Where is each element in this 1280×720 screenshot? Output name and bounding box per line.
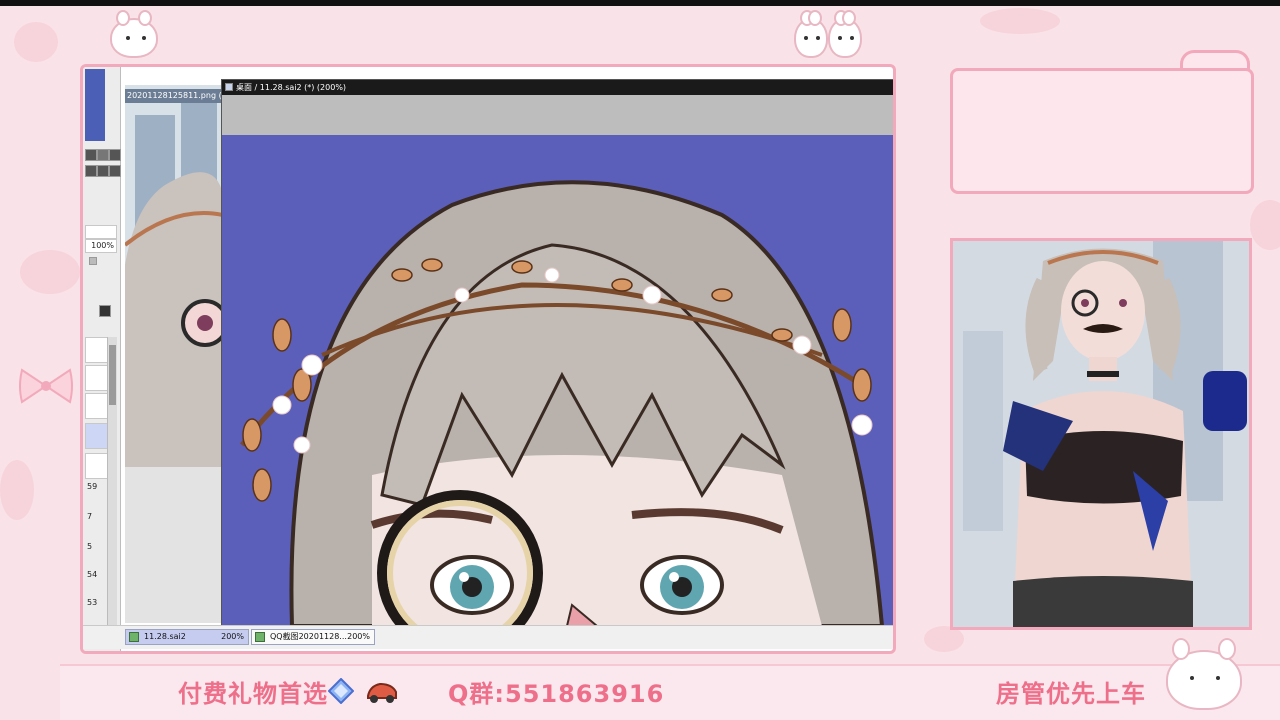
background-document-empty-area: [125, 467, 223, 623]
chat-box: [950, 68, 1254, 194]
add-icon[interactable]: [97, 149, 109, 161]
ribbon-bow-icon: [19, 368, 73, 404]
bg-blob: [0, 460, 34, 520]
avatar-camera-view: [950, 238, 1252, 630]
bunny-mascot-icon: [794, 10, 828, 58]
layer-name-field[interactable]: [85, 225, 117, 239]
bg-blob: [1250, 200, 1280, 250]
bg-blob: [14, 22, 58, 62]
layer-value: 7: [87, 512, 93, 521]
tool-button[interactable]: [97, 165, 109, 177]
scrollbar-thumb[interactable]: [109, 345, 116, 405]
navigator-thumbnail[interactable]: [85, 69, 105, 141]
layer-value: 59: [87, 482, 98, 491]
painting-software-window: 100% 59 7 5 54 53 20201128125811.png (20…: [80, 64, 896, 654]
file-tab[interactable]: QQ截图20201128... 200%: [251, 629, 375, 645]
layer-tool-button[interactable]: [99, 305, 111, 317]
document-icon: [255, 632, 265, 642]
layer-value: 5: [87, 542, 93, 551]
tool-panel: 100% 59 7 5 54 53: [83, 67, 121, 651]
file-tab-active[interactable]: 11.28.sai2 200%: [125, 629, 249, 645]
bunny-mascot-icon: [1166, 638, 1242, 710]
document-icon: [225, 83, 233, 91]
qq-group-text: Q群:551863916: [448, 680, 665, 708]
file-tabs-bar: 11.28.sai2 200% QQ截图20201128... 200%: [83, 625, 893, 649]
drawing-canvas[interactable]: [222, 135, 893, 626]
tool-button[interactable]: [85, 165, 97, 177]
car-gift-icon: [367, 682, 397, 703]
bg-blob: [20, 250, 80, 294]
tool-button[interactable]: [109, 149, 121, 161]
background-document-title[interactable]: 20201128125811.png (200%): [125, 89, 223, 103]
document-title: 桌面 / 11.28.sai2 (*) (200%): [236, 83, 347, 92]
diamond-gift-icon: [328, 678, 354, 704]
tool-button[interactable]: [109, 165, 121, 177]
bunny-mascot-icon: [828, 10, 862, 58]
layer-scrollbar[interactable]: [107, 337, 117, 637]
canvas-margin: [222, 95, 893, 135]
lock-icon[interactable]: [89, 257, 97, 265]
artwork: [240, 180, 885, 626]
background-document-view[interactable]: [125, 85, 223, 467]
document-icon: [129, 632, 139, 642]
avatar-scene: [953, 241, 1249, 627]
document-window: 桌面 / 11.28.sai2 (*) (200%): [221, 79, 893, 627]
layer-value: 54: [87, 570, 98, 579]
bunny-mascot-icon: [110, 10, 158, 58]
gift-promo-text: 付费礼物首选: [178, 680, 328, 708]
document-title-bar[interactable]: 桌面 / 11.28.sai2 (*) (200%): [222, 80, 893, 95]
top-black-strip: [0, 0, 1280, 6]
tool-button[interactable]: [85, 149, 97, 161]
zoom-field[interactable]: 100%: [85, 239, 117, 253]
reference-character: [125, 172, 223, 467]
bg-blob: [980, 8, 1060, 34]
admin-priority-text: 房管优先上车: [996, 680, 1146, 708]
layer-value: 53: [87, 598, 98, 607]
